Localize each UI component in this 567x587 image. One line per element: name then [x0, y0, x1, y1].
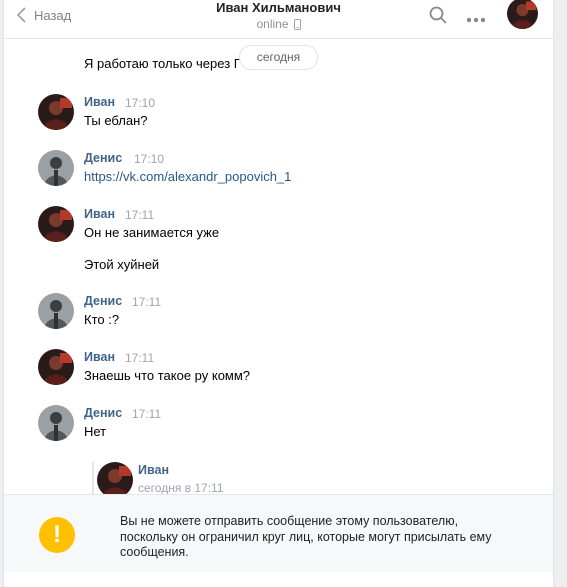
- search-icon: [429, 6, 447, 24]
- forwarded-time[interactable]: сегодня в 17:11: [138, 481, 224, 495]
- message-link[interactable]: https://vk.com/alexandr_popovich_1: [84, 169, 291, 184]
- message-text: Я работаю только через Г: [84, 56, 241, 71]
- message-text: Ты еблан?: [84, 113, 148, 128]
- avatar[interactable]: [38, 94, 74, 130]
- forwarded-avatar[interactable]: [97, 462, 133, 498]
- search-button[interactable]: [429, 6, 447, 27]
- message-text: Он не занимается уже: [84, 225, 220, 240]
- warning-icon: !: [39, 517, 75, 553]
- message-text: Знаешь что такое ру комм?: [84, 368, 251, 383]
- message-text: Этой хуйней: [84, 257, 160, 272]
- blocked-notice-text: Вы не можете отправить сообщение этому п…: [120, 514, 492, 559]
- chat-header: Назад Иван Хильманович online: [4, 0, 553, 39]
- message-text: Кто :?: [84, 312, 120, 327]
- message-author[interactable]: Денис: [84, 406, 122, 420]
- message-author[interactable]: Денис: [84, 151, 122, 165]
- avatar[interactable]: [38, 293, 74, 329]
- message-time[interactable]: 17:11: [125, 208, 154, 222]
- avatar[interactable]: [38, 206, 74, 242]
- message-author[interactable]: Иван: [84, 350, 115, 364]
- message-time[interactable]: 17:11: [132, 295, 161, 309]
- forwarded-author[interactable]: Иван: [138, 463, 169, 477]
- message-text-container: https://vk.com/alexandr_popovich_1: [84, 169, 291, 184]
- avatar[interactable]: [38, 349, 74, 385]
- avatar[interactable]: [38, 150, 74, 186]
- message-author[interactable]: Денис: [84, 294, 122, 308]
- message-time[interactable]: 17:11: [132, 407, 161, 421]
- blocked-notice: ! Вы не можете отправить сообщение этому…: [4, 494, 553, 572]
- chat-panel: Назад Иван Хильманович online Я работаю …: [3, 0, 554, 587]
- message-author[interactable]: Иван: [84, 95, 115, 109]
- message-time[interactable]: 17:10: [125, 96, 155, 110]
- message-time[interactable]: 17:11: [125, 351, 154, 365]
- avatar[interactable]: [38, 405, 74, 441]
- message-text: Нет: [84, 424, 107, 439]
- more-icon: [466, 17, 486, 23]
- date-divider: сегодня: [239, 45, 318, 70]
- message-author[interactable]: Иван: [84, 207, 115, 221]
- message-time[interactable]: 17:10: [134, 152, 164, 166]
- status-text: online: [256, 17, 289, 31]
- online-status: online: [256, 17, 301, 31]
- phone-icon: [293, 18, 301, 30]
- more-button[interactable]: [466, 11, 486, 26]
